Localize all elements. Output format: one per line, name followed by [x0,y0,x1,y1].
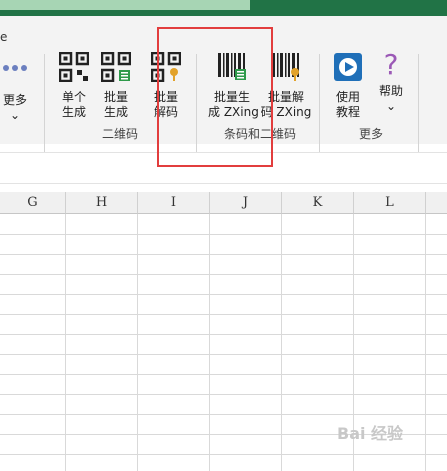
chevron-down-icon: ⌄ [9,108,21,122]
column-header-partial[interactable] [426,192,447,214]
help-button[interactable]: ? 帮助 ⌄ [374,48,408,114]
grid-line [0,354,447,355]
column-header-l[interactable]: L [354,192,426,214]
qr-code-icon [58,51,90,83]
group-label-qr: 二维码 [101,127,138,141]
more-options-button[interactable]: 更多 ⌄ [0,60,30,123]
grid-line [0,454,447,455]
active-tab-strip [0,0,250,10]
watermark-text: Bai 经验 [337,424,404,443]
grid-line [65,214,66,471]
grid-line [0,374,447,375]
grid-line [137,214,138,471]
column-header-h[interactable]: H [66,192,138,214]
column-header-i[interactable]: I [138,192,210,214]
grid-line [0,414,447,415]
grid-line [425,214,426,471]
tutorial-label-2: 教程 [335,105,360,119]
batch-generate-button[interactable]: 批量 生成 [98,51,134,120]
column-header-j[interactable]: J [210,192,282,214]
single-generate-button[interactable]: 单个 生成 [56,51,92,120]
column-header-k[interactable]: K [282,192,354,214]
grid-line [0,234,447,235]
grid-line [0,394,447,395]
more-label: 更多 [2,93,27,107]
help-label: 帮助 [378,84,403,98]
column-header-g[interactable]: G [0,192,66,214]
grid-line [281,214,282,471]
grid-line [0,334,447,335]
ribbon-cut-label: e [0,30,8,44]
grid-line [0,254,447,255]
single-generate-label-1: 单个 [61,90,86,104]
single-generate-label-2: 生成 [61,105,86,119]
question-mark-icon: ? [383,48,399,81]
separator [44,54,45,154]
grid-line [0,294,447,295]
title-bar [0,0,447,16]
play-video-icon [334,53,362,81]
batch-generate-label-1: 批量 [103,90,128,104]
highlight-annotation-box [157,27,273,167]
grid-line [0,274,447,275]
batch-generate-label-2: 生成 [103,105,128,119]
barcode-decode-icon [272,53,299,81]
tutorial-label-1: 使用 [335,90,360,104]
qr-code-batch-icon [100,51,132,83]
separator [319,54,320,154]
tutorial-button[interactable]: 使用 教程 [330,52,366,120]
chevron-down-icon: ⌄ [385,99,397,113]
separator [418,54,419,154]
group-label-more: 更多 [358,127,383,141]
grid-line [0,314,447,315]
dots-icon [3,65,27,71]
grid-line [209,214,210,471]
